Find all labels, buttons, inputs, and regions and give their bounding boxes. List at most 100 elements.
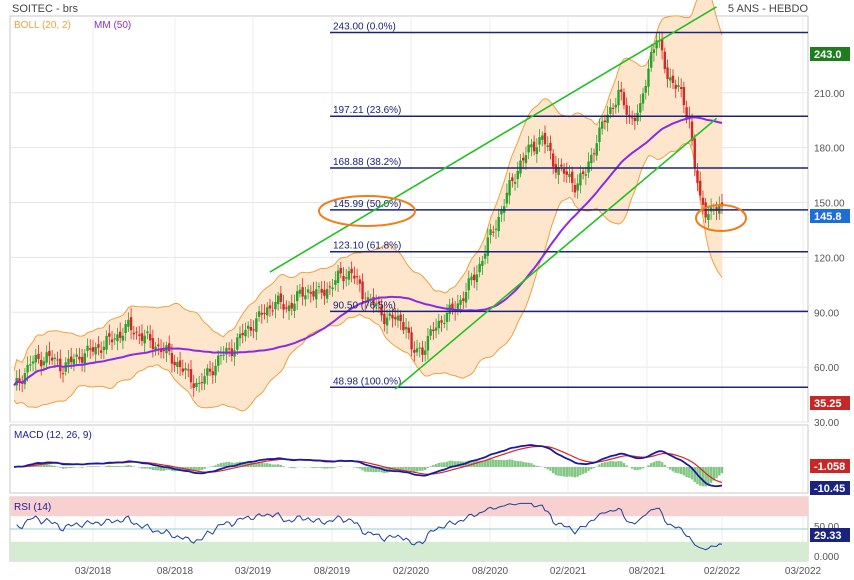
rsi-value-badge: 29.33 <box>810 528 850 542</box>
candle-body <box>350 268 353 274</box>
chart-period: 5 ANS - HEBDO <box>728 3 809 15</box>
candle-body <box>140 333 144 341</box>
candle-body <box>568 173 571 178</box>
candle-body <box>37 353 40 359</box>
candle-body <box>573 185 577 193</box>
x-tick-label: 08/2020 <box>472 566 509 577</box>
candle-body <box>595 143 598 156</box>
candle-body <box>222 354 225 356</box>
candle-body <box>652 49 656 53</box>
candle-body <box>246 325 250 329</box>
candle-body <box>666 67 669 79</box>
candle-body <box>609 107 612 114</box>
candle-body <box>614 104 617 108</box>
legend-mm: MM (50) <box>94 20 131 31</box>
candle-body <box>162 350 165 352</box>
candle-body <box>432 329 435 332</box>
candle-body <box>296 291 299 302</box>
candle-body <box>508 180 511 196</box>
candle-body <box>707 214 710 220</box>
candle-body <box>347 271 351 280</box>
candle-body <box>34 354 37 363</box>
candle-body <box>385 317 389 326</box>
candle-body <box>99 350 103 353</box>
candle-body <box>266 307 269 316</box>
candle-body <box>345 277 348 279</box>
candle-body <box>252 329 255 331</box>
low-price-badge: 35.25 <box>810 396 850 410</box>
candle-body <box>535 147 539 155</box>
candle-body <box>527 144 530 153</box>
candle-body <box>669 77 672 81</box>
candle-body <box>677 85 680 87</box>
candle-body <box>189 369 193 383</box>
candle-body <box>124 323 127 334</box>
candle-body <box>440 320 443 323</box>
macd-label: MACD (12, 26, 9) <box>14 430 92 441</box>
fib-level-label: 168.88 (38.2%) <box>333 157 401 168</box>
candle-body <box>227 348 231 350</box>
candle-body <box>48 350 51 357</box>
candle-body <box>334 280 337 285</box>
candle-body <box>238 333 242 339</box>
candle-body <box>421 347 424 355</box>
candle-body <box>151 338 155 349</box>
candle-body <box>410 332 413 350</box>
candle-body <box>519 160 522 174</box>
candle-body <box>693 138 696 169</box>
high-price-badge: 243.0 <box>810 47 850 61</box>
y-tick-label: 150.00 <box>814 199 845 210</box>
candle-body <box>679 87 683 89</box>
candle-body <box>516 170 519 180</box>
candle-body <box>423 350 427 355</box>
candle-body <box>255 318 258 332</box>
candle-body <box>584 174 588 176</box>
candle-body <box>451 303 454 309</box>
macd-value-badge: -10.45 <box>810 481 850 495</box>
candle-body <box>603 120 607 122</box>
x-tick-label: 08/2021 <box>629 566 666 577</box>
candle-body <box>644 85 647 93</box>
candle-body <box>671 75 675 84</box>
candle-body <box>434 327 438 331</box>
candle-body <box>72 359 76 365</box>
candle-body <box>402 322 405 331</box>
candle-body <box>127 319 130 327</box>
candle-body <box>208 368 212 372</box>
candle-body <box>598 127 601 143</box>
candle-body <box>590 154 593 164</box>
candle-body <box>497 216 500 232</box>
candle-body <box>394 317 397 320</box>
candle-body <box>339 267 342 274</box>
last-price-badge: 145.8 <box>810 209 850 223</box>
x-tick-label: 08/2019 <box>314 566 351 577</box>
candle-body <box>650 51 653 68</box>
candle-body <box>119 331 122 338</box>
svg-text:35.25: 35.25 <box>814 398 842 410</box>
candle-body <box>513 181 517 184</box>
candle-body <box>473 274 476 281</box>
candle-body <box>105 335 108 350</box>
candle-body <box>543 132 547 145</box>
candle-body <box>206 368 209 376</box>
candle-body <box>108 333 111 337</box>
candle-body <box>541 135 544 140</box>
candle-body <box>89 348 92 350</box>
candle-body <box>701 197 705 205</box>
fib-level-label: 197.21 (23.6%) <box>333 105 401 116</box>
candle-body <box>494 228 498 230</box>
candle-body <box>187 369 190 371</box>
fib-level-label: 243.00 (0.0%) <box>333 21 396 32</box>
candle-body <box>622 92 626 106</box>
candle-body <box>50 357 54 361</box>
candle-body <box>625 105 628 115</box>
svg-text:29.33: 29.33 <box>814 530 842 542</box>
candle-body <box>146 331 149 334</box>
candle-body <box>500 210 503 215</box>
candle-body <box>195 382 198 387</box>
candle-body <box>176 361 179 367</box>
candle-body <box>611 107 615 109</box>
candle-body <box>415 348 419 353</box>
candle-body <box>617 89 620 106</box>
candle-body <box>407 327 411 333</box>
